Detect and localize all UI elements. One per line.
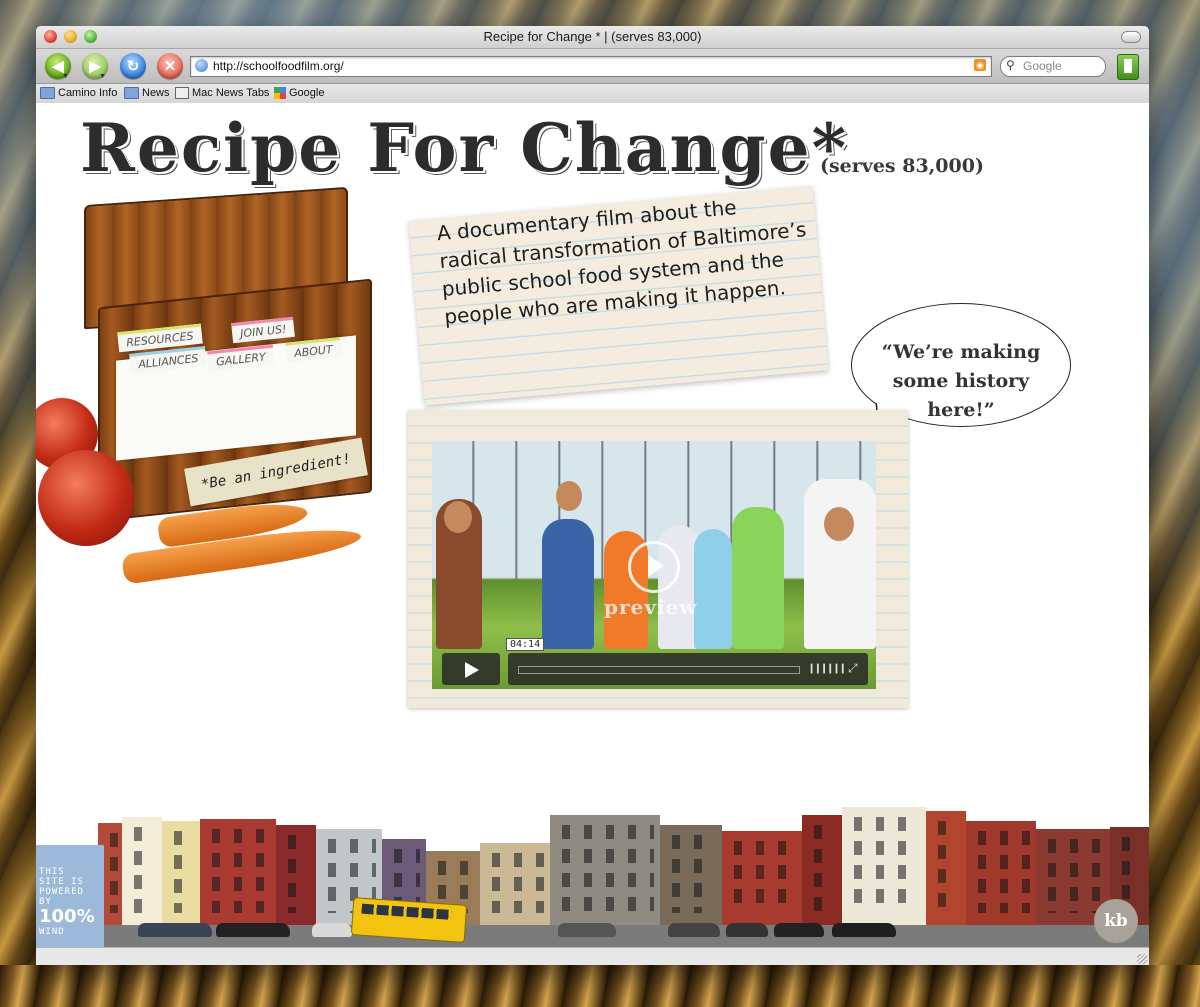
kb-logo[interactable]: kb bbox=[1094, 899, 1138, 943]
parked-car bbox=[558, 923, 616, 937]
stop-button[interactable]: ✕ bbox=[157, 53, 183, 79]
bookmark-mac-news-tabs[interactable]: Mac News Tabs bbox=[175, 87, 269, 99]
reload-button[interactable]: ↻ bbox=[120, 53, 146, 79]
wind-badge-text: THIS SITE IS POWERED BY 100% WIND bbox=[39, 867, 99, 937]
search-field[interactable]: ⚲ Google bbox=[1000, 56, 1106, 77]
rowhouse bbox=[966, 821, 1036, 933]
back-button[interactable]: ◀ ▼ bbox=[45, 53, 71, 80]
rss-feed-icon[interactable]: ◉ bbox=[974, 59, 986, 71]
search-placeholder[interactable]: Google bbox=[1023, 59, 1062, 73]
bookmarks-button[interactable] bbox=[1117, 54, 1139, 80]
google-icon bbox=[274, 87, 286, 99]
video-controls: ❙❙❙❙❙❙ ⤢ 04:14 bbox=[438, 638, 868, 685]
bookmark-label: Google bbox=[289, 87, 325, 99]
desktop-background bbox=[0, 965, 1200, 1007]
resize-grip-icon[interactable] bbox=[1137, 954, 1147, 964]
back-history-icon: ▼ bbox=[62, 73, 69, 80]
person-head bbox=[824, 507, 854, 541]
forward-button[interactable]: ▶ ▼ bbox=[82, 53, 108, 80]
bookmark-label: Camino Info bbox=[58, 87, 118, 99]
video-player[interactable]: preview ❙❙❙❙❙❙ ⤢ 04:14 bbox=[432, 441, 876, 689]
volume-icon[interactable]: ❙❙❙❙❙❙ bbox=[808, 661, 846, 675]
address-bar[interactable]: http://schoolfoodfilm.org/ bbox=[190, 56, 992, 77]
rowhouse bbox=[200, 819, 276, 933]
rowhouse bbox=[550, 815, 660, 933]
play-overlay-icon[interactable] bbox=[628, 541, 680, 593]
preview-label: preview bbox=[604, 595, 698, 619]
parked-car bbox=[832, 923, 896, 937]
person-figure bbox=[732, 507, 784, 649]
bookmark-news[interactable]: News bbox=[124, 87, 170, 99]
bookmark-camino-info[interactable]: Camino Info bbox=[40, 87, 117, 99]
fullscreen-icon[interactable]: ⤢ bbox=[848, 661, 858, 676]
progress-scrubber[interactable] bbox=[518, 666, 800, 674]
rowhouse bbox=[660, 825, 722, 933]
wind-percent: 100% bbox=[39, 906, 95, 927]
toolbar-toggle-button[interactable] bbox=[1121, 31, 1141, 43]
parked-car bbox=[774, 923, 824, 937]
person-figure bbox=[694, 529, 732, 649]
navigation-toolbar: ◀ ▼ ▶ ▼ ↻ ✕ http://schoolfoodfilm.org/ ◉… bbox=[36, 49, 1149, 84]
stop-icon: ✕ bbox=[163, 58, 177, 75]
tabs-icon bbox=[175, 87, 189, 99]
browser-window: Recipe for Change * | (serves 83,000) ◀ … bbox=[36, 26, 1149, 965]
rowhouse bbox=[926, 811, 966, 933]
rowhouse bbox=[162, 821, 200, 933]
rowhouse bbox=[722, 831, 802, 933]
forward-history-icon: ▼ bbox=[99, 73, 106, 80]
search-icon[interactable]: ⚲ bbox=[1006, 58, 1015, 72]
rowhouse bbox=[802, 815, 842, 933]
wind-line: THIS bbox=[39, 867, 65, 877]
parked-car bbox=[312, 923, 352, 937]
window-title: Recipe for Change * | (serves 83,000) bbox=[483, 29, 702, 44]
apple-image bbox=[38, 450, 134, 546]
status-bar bbox=[36, 947, 1149, 965]
school-bus-image bbox=[350, 897, 468, 943]
reload-icon: ↻ bbox=[126, 58, 140, 75]
control-bar: ❙❙❙❙❙❙ ⤢ bbox=[508, 653, 868, 685]
play-button[interactable] bbox=[442, 653, 500, 685]
folder-icon bbox=[40, 87, 55, 99]
wind-power-badge[interactable]: THIS SITE IS POWERED BY 100% WIND bbox=[36, 845, 104, 949]
folder-icon bbox=[124, 87, 139, 99]
site-icon bbox=[195, 59, 208, 72]
bookmarks-bar: Camino Info News Mac News Tabs Google bbox=[36, 84, 1149, 104]
bookmark-label: Mac News Tabs bbox=[192, 87, 270, 99]
person-figure bbox=[542, 519, 594, 649]
parked-car bbox=[138, 923, 212, 937]
city-street-banner: THIS SITE IS POWERED BY 100% WIND kb bbox=[36, 805, 1149, 949]
bookmark-label: News bbox=[142, 87, 170, 99]
rowhouse bbox=[842, 807, 926, 933]
parked-car bbox=[726, 923, 768, 937]
rowhouse bbox=[480, 843, 550, 933]
bookmark-google[interactable]: Google bbox=[274, 87, 324, 99]
person-head bbox=[556, 481, 582, 511]
wind-line: SITE IS bbox=[39, 877, 84, 887]
web-page: Recipe For Change* (serves 83,000) RESOU… bbox=[36, 103, 1149, 965]
url-text[interactable]: http://schoolfoodfilm.org/ bbox=[213, 59, 344, 73]
title-bar[interactable]: Recipe for Change * | (serves 83,000) bbox=[36, 26, 1149, 49]
serves-subtitle: (serves 83,000) bbox=[820, 155, 984, 177]
wind-line: POWERED bbox=[39, 887, 84, 897]
rowhouse bbox=[122, 817, 162, 933]
recipe-box-illustration: RESOURCES JOIN US! ALLIANCES GALLERY ABO… bbox=[36, 186, 396, 618]
site-title[interactable]: Recipe For Change* bbox=[80, 109, 848, 187]
person-figure bbox=[804, 479, 876, 649]
parked-car bbox=[216, 923, 290, 937]
wind-word: WIND bbox=[39, 927, 65, 937]
parked-car bbox=[668, 923, 720, 937]
rowhouse bbox=[276, 825, 316, 933]
timecode: 04:14 bbox=[506, 638, 545, 651]
person-head bbox=[444, 501, 472, 533]
